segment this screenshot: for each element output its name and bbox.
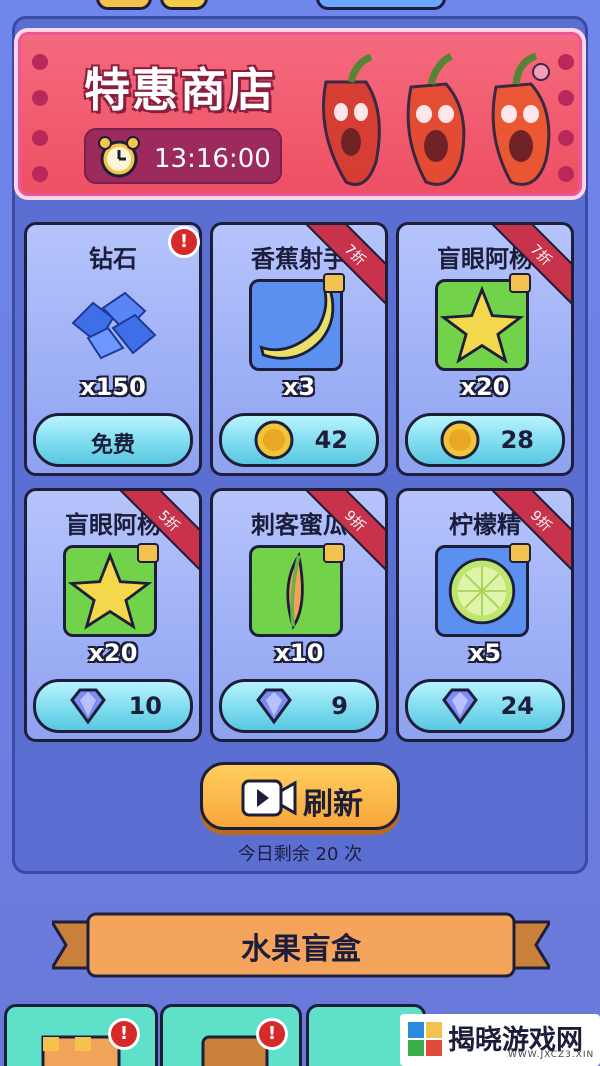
alarm-clock-icon <box>98 136 140 178</box>
refresh-label: 刷新 <box>303 787 363 822</box>
shop-item-banana-shooter[interactable]: 香蕉射手 x3 42 7折 <box>210 222 388 476</box>
item-quantity: x150 <box>80 373 146 401</box>
shop-item-lemon-spirit[interactable]: 柠檬精 x5 24 9折 <box>396 488 574 742</box>
buy-button[interactable]: 9 <box>219 679 379 733</box>
puzzle-piece-icon <box>323 273 345 293</box>
top-pill-right <box>316 0 446 10</box>
shop-item-diamonds[interactable]: 钻石 x150 免费 <box>24 222 202 476</box>
banner-dot <box>32 54 48 70</box>
alert-badge: ! <box>168 226 200 258</box>
site-watermark: 揭晓游戏网 WWW.JXCZ3.XIN <box>400 1014 600 1066</box>
puzzle-piece-icon <box>509 543 531 563</box>
coin-icon <box>254 420 294 460</box>
item-quantity: x20 <box>88 639 138 667</box>
item-price: 9 <box>331 692 348 720</box>
free-claim-button[interactable]: 免费 <box>33 413 193 467</box>
watermark-url: WWW.JXCZ3.XIN <box>508 1050 595 1060</box>
shop-item-star-coin[interactable]: 盲眼阿杨 x20 28 7折 <box>396 222 574 476</box>
countdown-time: 13:16:00 <box>154 144 271 174</box>
banner-dot <box>32 130 48 146</box>
shop-banner: 特惠商店 13:16:00 <box>14 28 586 200</box>
top-pill-left <box>96 0 152 10</box>
buy-button-label: 免费 <box>90 433 135 458</box>
banner-dot <box>32 90 48 106</box>
item-quantity: x20 <box>460 373 510 401</box>
fruit-blind-box-banner: 水果盲盒 <box>52 912 550 978</box>
item-quantity: x5 <box>468 639 502 667</box>
coin-icon <box>440 420 480 460</box>
diamond-pile-icon <box>71 291 157 360</box>
buy-button[interactable]: 10 <box>33 679 193 733</box>
diamond-icon <box>70 688 106 725</box>
shop-title: 特惠商店 <box>84 63 276 117</box>
item-quantity: x10 <box>274 639 324 667</box>
diamond-icon <box>442 688 478 725</box>
chili-peppers-illustration <box>322 52 551 186</box>
video-camera-icon <box>241 779 297 817</box>
diamond-icon <box>256 688 292 725</box>
refresh-button[interactable]: 刷新 <box>200 762 400 830</box>
item-price: 28 <box>500 426 534 454</box>
puzzle-piece-icon <box>323 543 345 563</box>
item-price: 42 <box>314 426 348 454</box>
buy-button[interactable]: 42 <box>219 413 379 467</box>
puzzle-piece-icon <box>137 543 159 563</box>
shop-item-assassin-melon[interactable]: 刺客蜜瓜 x10 9 9折 <box>210 488 388 742</box>
buy-button[interactable]: 24 <box>405 679 565 733</box>
alert-badge: ! <box>256 1018 288 1050</box>
coin-icon <box>160 0 208 10</box>
item-quantity: x3 <box>282 373 316 401</box>
refresh-remaining-text: 今日剩余 20 次 <box>237 844 363 865</box>
item-price: 10 <box>128 692 162 720</box>
alert-badge: ! <box>108 1018 140 1050</box>
banner-dot <box>32 166 48 182</box>
section-title: 水果盲盒 <box>241 932 361 967</box>
countdown-timer: 13:16:00 <box>84 128 282 184</box>
buy-button[interactable]: 28 <box>405 413 565 467</box>
shop-item-star-diamond[interactable]: 盲眼阿杨 x20 10 5折 <box>24 488 202 742</box>
item-price: 24 <box>500 692 534 720</box>
puzzle-logo-icon <box>408 1022 442 1056</box>
puzzle-piece-icon <box>509 273 531 293</box>
